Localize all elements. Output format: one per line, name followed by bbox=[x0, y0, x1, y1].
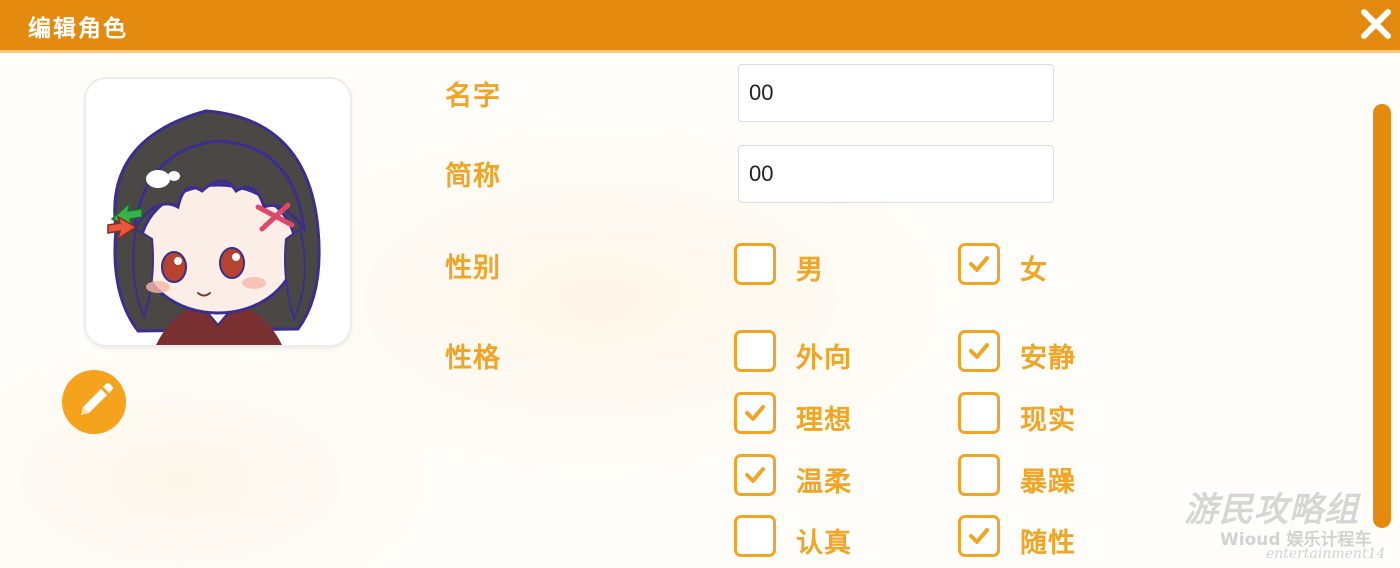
personality-irritable-label: 暴躁 bbox=[1020, 467, 1076, 498]
edit-avatar-button[interactable] bbox=[62, 370, 126, 434]
watermark-logo-text: 游民攻略组 bbox=[1184, 490, 1359, 530]
watermark-tag: entertainment14 bbox=[1266, 546, 1386, 562]
gender-label: 性别 bbox=[445, 253, 501, 284]
personality-quiet-checkbox[interactable] bbox=[958, 330, 1000, 372]
gender-male-checkbox[interactable] bbox=[734, 243, 776, 285]
short-name-label: 简称 bbox=[445, 161, 501, 192]
checkmark-icon bbox=[745, 405, 765, 421]
checkmark-icon bbox=[969, 256, 989, 272]
personality-realistic-label: 现实 bbox=[1020, 405, 1076, 436]
personality-serious-checkbox[interactable] bbox=[734, 515, 776, 557]
personality-gentle-checkbox[interactable] bbox=[734, 454, 776, 496]
name-input[interactable] bbox=[738, 64, 1054, 122]
watermark: 游民攻略组 Wioud 娱乐计程车 entertainment14 bbox=[1180, 482, 1385, 568]
personality-casual-checkbox[interactable] bbox=[958, 515, 1000, 557]
gender-female-checkbox[interactable] bbox=[958, 243, 1000, 285]
personality-outgoing-checkbox[interactable] bbox=[734, 330, 776, 372]
personality-serious-label: 认真 bbox=[796, 528, 852, 559]
window-title: 编辑角色 bbox=[28, 16, 128, 42]
chibi-portrait bbox=[107, 109, 321, 345]
personality-gentle-label: 温柔 bbox=[796, 467, 852, 498]
gender-female-label: 女 bbox=[1020, 255, 1048, 286]
name-label: 名字 bbox=[445, 81, 501, 112]
personality-realistic-checkbox[interactable] bbox=[958, 392, 1000, 434]
personality-casual-label: 随性 bbox=[1020, 528, 1076, 559]
short-name-input[interactable] bbox=[738, 145, 1054, 203]
scrollbar-thumb[interactable] bbox=[1373, 104, 1391, 528]
personality-outgoing-label: 外向 bbox=[796, 343, 852, 374]
pencil-icon bbox=[81, 383, 113, 415]
close-icon bbox=[1361, 9, 1391, 39]
checkmark-icon bbox=[745, 467, 765, 483]
personality-idealistic-checkbox[interactable] bbox=[734, 392, 776, 434]
personality-label: 性格 bbox=[445, 343, 501, 374]
personality-irritable-checkbox[interactable] bbox=[958, 454, 1000, 496]
avatar-image bbox=[86, 79, 350, 345]
gender-male-label: 男 bbox=[796, 255, 824, 286]
personality-idealistic-label: 理想 bbox=[796, 405, 852, 436]
checkmark-icon bbox=[969, 528, 989, 544]
checkmark-icon bbox=[969, 343, 989, 359]
close-button[interactable] bbox=[1356, 4, 1396, 44]
personality-quiet-label: 安静 bbox=[1020, 343, 1076, 374]
title-bar: 编辑角色 bbox=[0, 0, 1400, 53]
